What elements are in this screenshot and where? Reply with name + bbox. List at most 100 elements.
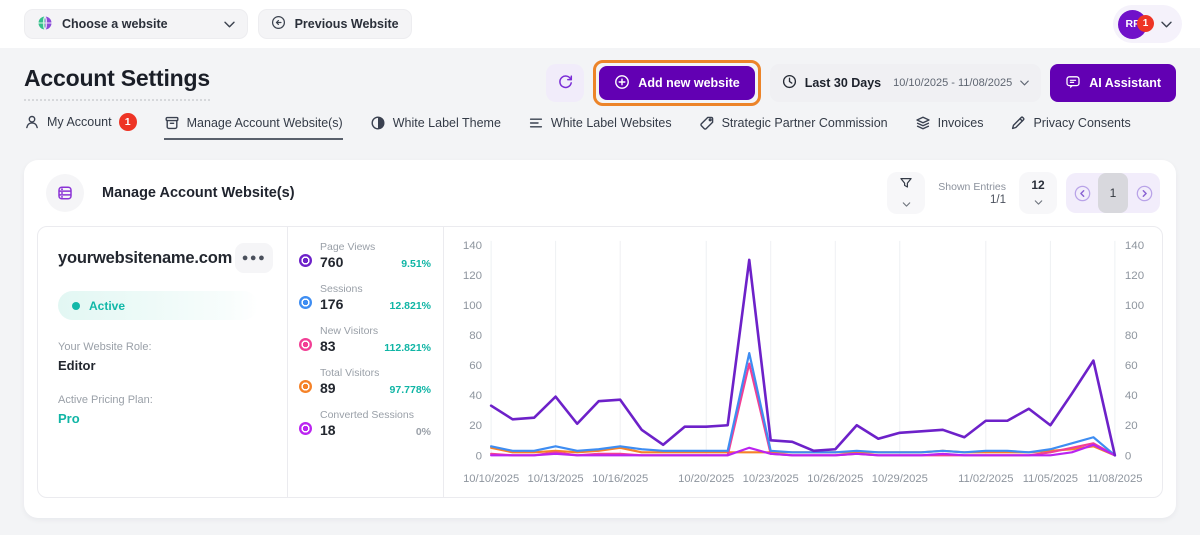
contrast-icon	[370, 115, 386, 131]
refresh-icon	[557, 73, 574, 93]
chevron-down-icon	[1034, 194, 1043, 208]
chevron-down-icon	[902, 196, 911, 210]
tab-label: White Label Theme	[393, 116, 501, 130]
plan-value: Pro	[58, 411, 273, 426]
notification-badge: 1	[1137, 15, 1154, 32]
tab-bar: My Account 1 Manage Account Website(s) Whit…	[24, 110, 1176, 140]
tab-my-account[interactable]: My Account 1	[24, 113, 137, 140]
tag-icon	[699, 115, 715, 131]
globe-icon	[37, 15, 53, 34]
tab-label: My Account	[47, 115, 112, 129]
choose-website-label: Choose a website	[62, 17, 168, 31]
metric-label: Total Visitors	[320, 367, 431, 379]
pen-icon	[1010, 115, 1026, 131]
status-label: Active	[89, 299, 125, 313]
metric-sessions: Sessions17612.821%	[299, 277, 431, 319]
card-menu-button[interactable]: ●●●	[235, 243, 273, 273]
panel-header: Manage Account Website(s) Shown Entries …	[24, 160, 1176, 224]
role-label: Your Website Role:	[58, 341, 273, 353]
metric-dot-icon	[299, 338, 312, 351]
page-header: Account Settings Add new website Last 30…	[24, 60, 1176, 106]
website-card: yourwebsitename.com ●●● Active Your Webs…	[37, 226, 1163, 498]
svg-text:40: 40	[1125, 390, 1138, 402]
pagination: 1	[1066, 173, 1160, 213]
metric-converted-sessions: Converted Sessions180%	[299, 403, 431, 445]
tab-label: Strategic Partner Commission	[722, 116, 888, 130]
svg-text:100: 100	[463, 300, 482, 312]
current-page[interactable]: 1	[1098, 173, 1128, 213]
topbar: Choose a website Previous Website RF 1	[0, 0, 1200, 48]
prev-page-button[interactable]	[1066, 173, 1098, 213]
svg-text:11/05/2025: 11/05/2025	[1023, 473, 1078, 485]
metric-value: 760	[320, 254, 343, 270]
date-range-value: 10/10/2025 - 11/08/2025	[893, 77, 1012, 89]
shown-entries: Shown Entries 1/1	[938, 181, 1006, 206]
metric-change: 12.821%	[390, 300, 431, 312]
tab-white-label-theme[interactable]: White Label Theme	[370, 115, 501, 140]
arrow-left-circle-icon	[271, 15, 286, 33]
tab-manage-account-website-s[interactable]: Manage Account Website(s)	[164, 115, 343, 140]
svg-text:60: 60	[469, 360, 482, 372]
metric-label: Page Views	[320, 241, 431, 253]
date-range-picker[interactable]: Last 30 Days 10/10/2025 - 11/08/2025	[770, 64, 1042, 102]
chevron-down-icon	[224, 21, 235, 28]
svg-text:10/26/2025: 10/26/2025	[807, 473, 863, 485]
tab-label: White Label Websites	[551, 116, 672, 130]
archive-icon	[164, 115, 180, 131]
previous-website-button[interactable]: Previous Website	[258, 9, 412, 39]
tab-white-label-websites[interactable]: White Label Websites	[528, 115, 672, 140]
metric-label: Sessions	[320, 283, 431, 295]
filter-button[interactable]	[887, 172, 925, 214]
traffic-line-chart: 00202040406060808010010012012014014010/1…	[444, 227, 1162, 497]
metric-dot-icon	[299, 422, 312, 435]
add-new-website-highlight: Add new website	[593, 60, 760, 106]
status-dot-icon	[72, 302, 80, 310]
metric-change: 9.51%	[401, 258, 431, 270]
funnel-icon	[898, 176, 914, 194]
page-title: Account Settings	[24, 65, 210, 101]
svg-text:80: 80	[469, 330, 482, 342]
svg-text:10/16/2025: 10/16/2025	[592, 473, 648, 485]
add-new-website-button[interactable]: Add new website	[599, 66, 754, 100]
choose-website-dropdown[interactable]: Choose a website	[24, 9, 248, 39]
ai-assistant-label: AI Assistant	[1089, 76, 1161, 90]
metric-total-visitors: Total Visitors8997.778%	[299, 361, 431, 403]
manage-websites-panel: Manage Account Website(s) Shown Entries …	[24, 160, 1176, 518]
svg-text:140: 140	[463, 240, 482, 252]
svg-text:60: 60	[1125, 360, 1138, 372]
status-badge: Active	[58, 291, 258, 320]
add-new-website-label: Add new website	[638, 76, 739, 90]
refresh-button[interactable]	[546, 64, 584, 102]
metric-dot-icon	[299, 296, 312, 309]
svg-text:80: 80	[1125, 330, 1138, 342]
svg-text:20: 20	[469, 420, 482, 432]
lines-icon	[528, 115, 544, 131]
user-icon	[24, 114, 40, 130]
chevron-down-icon	[1161, 21, 1172, 28]
tab-label: Invoices	[938, 116, 984, 130]
next-page-button[interactable]	[1128, 173, 1160, 213]
metric-dot-icon	[299, 380, 312, 393]
plan-label: Active Pricing Plan:	[58, 394, 273, 406]
svg-text:100: 100	[1125, 300, 1144, 312]
tab-badge: 1	[119, 113, 137, 131]
svg-text:0: 0	[1125, 450, 1131, 462]
ai-assistant-button[interactable]: AI Assistant	[1050, 64, 1176, 102]
svg-text:140: 140	[1125, 240, 1144, 252]
metric-change: 112.821%	[384, 342, 431, 354]
tab-strategic-partner-commission[interactable]: Strategic Partner Commission	[699, 115, 888, 140]
clock-icon	[782, 74, 797, 92]
layers-icon	[915, 115, 931, 131]
metric-label: New Visitors	[320, 325, 431, 337]
page-size-value: 12	[1031, 178, 1044, 192]
metric-change: 0%	[416, 426, 431, 438]
metrics-list: Page Views760 9.51% Sessions17612.821% New …	[288, 227, 444, 497]
user-menu[interactable]: RF 1	[1113, 5, 1182, 43]
tab-invoices[interactable]: Invoices	[915, 115, 984, 140]
page-size-select[interactable]: 12	[1019, 172, 1057, 214]
tab-label: Manage Account Website(s)	[187, 116, 343, 130]
svg-text:40: 40	[469, 390, 482, 402]
tab-privacy-consents[interactable]: Privacy Consents	[1010, 115, 1130, 140]
shown-entries-value: 1/1	[938, 194, 1006, 206]
panel-title: Manage Account Website(s)	[102, 185, 295, 201]
